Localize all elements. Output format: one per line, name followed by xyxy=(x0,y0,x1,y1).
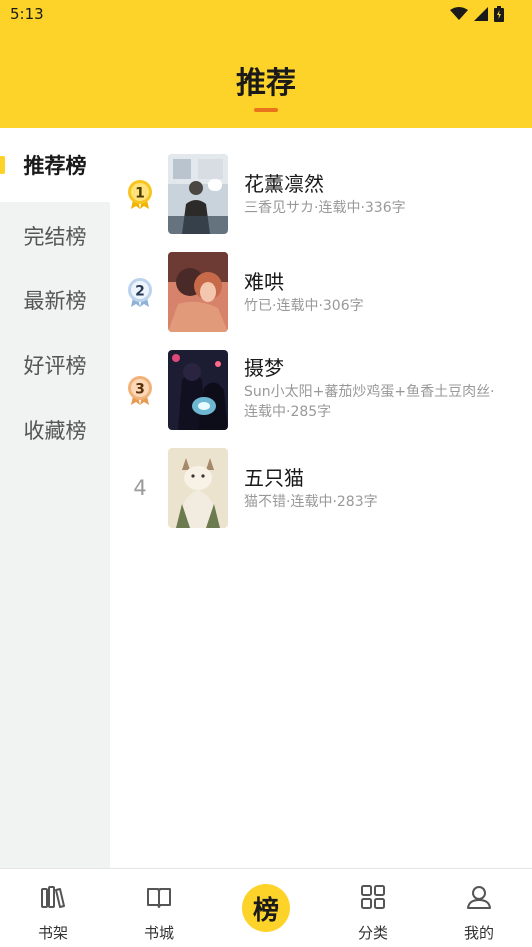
sidebar-item-top-rated[interactable]: 好评榜 xyxy=(0,328,110,402)
battery-icon xyxy=(494,6,504,22)
tab-label: 书架 xyxy=(37,924,68,942)
tab-bookshelf[interactable]: 书架 xyxy=(0,869,106,947)
book-meta: 猫不错·连载中·283字 xyxy=(244,494,378,510)
status-bar: 5:13 xyxy=(0,0,532,30)
tab-label: 我的 xyxy=(463,924,494,942)
user-icon xyxy=(467,886,491,909)
book-title: 花薰凛然 xyxy=(244,172,324,196)
sidebar-item-favorites[interactable]: 收藏榜 xyxy=(0,393,110,467)
ranking-sidebar: 推荐榜 完结榜 最新榜 好评榜 收藏榜 xyxy=(0,128,110,869)
book-cover xyxy=(168,154,228,234)
sidebar-item-label: 好评榜 xyxy=(23,354,87,378)
book-title: 五只猫 xyxy=(244,466,304,490)
wifi-icon xyxy=(450,7,468,20)
book-cover xyxy=(168,350,228,430)
book-title: 难哄 xyxy=(244,270,284,294)
sidebar-item-label: 完结榜 xyxy=(23,225,87,249)
sidebar-item-newest[interactable]: 最新榜 xyxy=(0,263,110,337)
bronze-medal-icon: 3 xyxy=(128,376,152,405)
tab-profile[interactable]: 我的 xyxy=(426,869,532,947)
sidebar-item-label: 收藏榜 xyxy=(23,419,87,443)
list-item[interactable]: 4 五只猫 猫不错·连载中·283字 xyxy=(110,448,532,546)
gold-medal-icon: 1 xyxy=(128,180,152,209)
sidebar-item-completed[interactable]: 完结榜 xyxy=(0,199,110,273)
sidebar-item-label: 推荐榜 xyxy=(23,154,87,178)
status-icons xyxy=(450,6,504,22)
page-title: 推荐 xyxy=(236,66,296,101)
signal-icon xyxy=(474,7,488,21)
list-item[interactable]: 3 摄梦 Sun小太阳+蕃茄炒鸡蛋+鱼香土豆肉丝·连载中·285字 xyxy=(110,350,532,448)
book-meta: Sun小太阳+蕃茄炒鸡蛋+鱼香土豆肉丝·连载中·285字 xyxy=(244,384,495,420)
tab-ranking[interactable]: 榜 xyxy=(242,884,290,932)
book-cover xyxy=(168,252,228,332)
rank-number: 4 xyxy=(133,476,147,500)
tab-category[interactable]: 分类 xyxy=(320,869,426,947)
tab-bookstore[interactable]: 书城 xyxy=(106,869,212,947)
status-time: 5:13 xyxy=(10,5,44,23)
rank-number: 3 xyxy=(135,382,145,398)
ranking-icon: 榜 xyxy=(252,895,279,926)
tab-label: 书城 xyxy=(143,924,174,942)
silver-medal-icon: 2 xyxy=(128,278,152,307)
rank-number: 2 xyxy=(135,284,145,300)
open-book-icon xyxy=(147,888,171,908)
top-header: 5:13 推荐 xyxy=(0,0,532,128)
bookshelf-icon xyxy=(41,886,65,908)
list-item[interactable]: 2 难哄 竹已·连载中·306字 xyxy=(110,252,532,350)
book-title: 摄梦 xyxy=(244,356,284,380)
sidebar-item-recommend[interactable]: 推荐榜 xyxy=(0,128,110,202)
rank-number: 1 xyxy=(135,186,145,202)
category-grid-icon xyxy=(361,885,385,909)
title-underline xyxy=(254,108,278,112)
sidebar-item-label: 最新榜 xyxy=(23,289,87,313)
list-item[interactable]: 1 花薰凛然 三香见サカ·连载中·336字 xyxy=(110,154,532,252)
book-cover xyxy=(168,448,228,528)
tab-label: 分类 xyxy=(357,924,388,942)
book-meta: 竹已·连载中·306字 xyxy=(244,298,364,314)
book-meta: 三香见サカ·连载中·336字 xyxy=(244,200,406,216)
